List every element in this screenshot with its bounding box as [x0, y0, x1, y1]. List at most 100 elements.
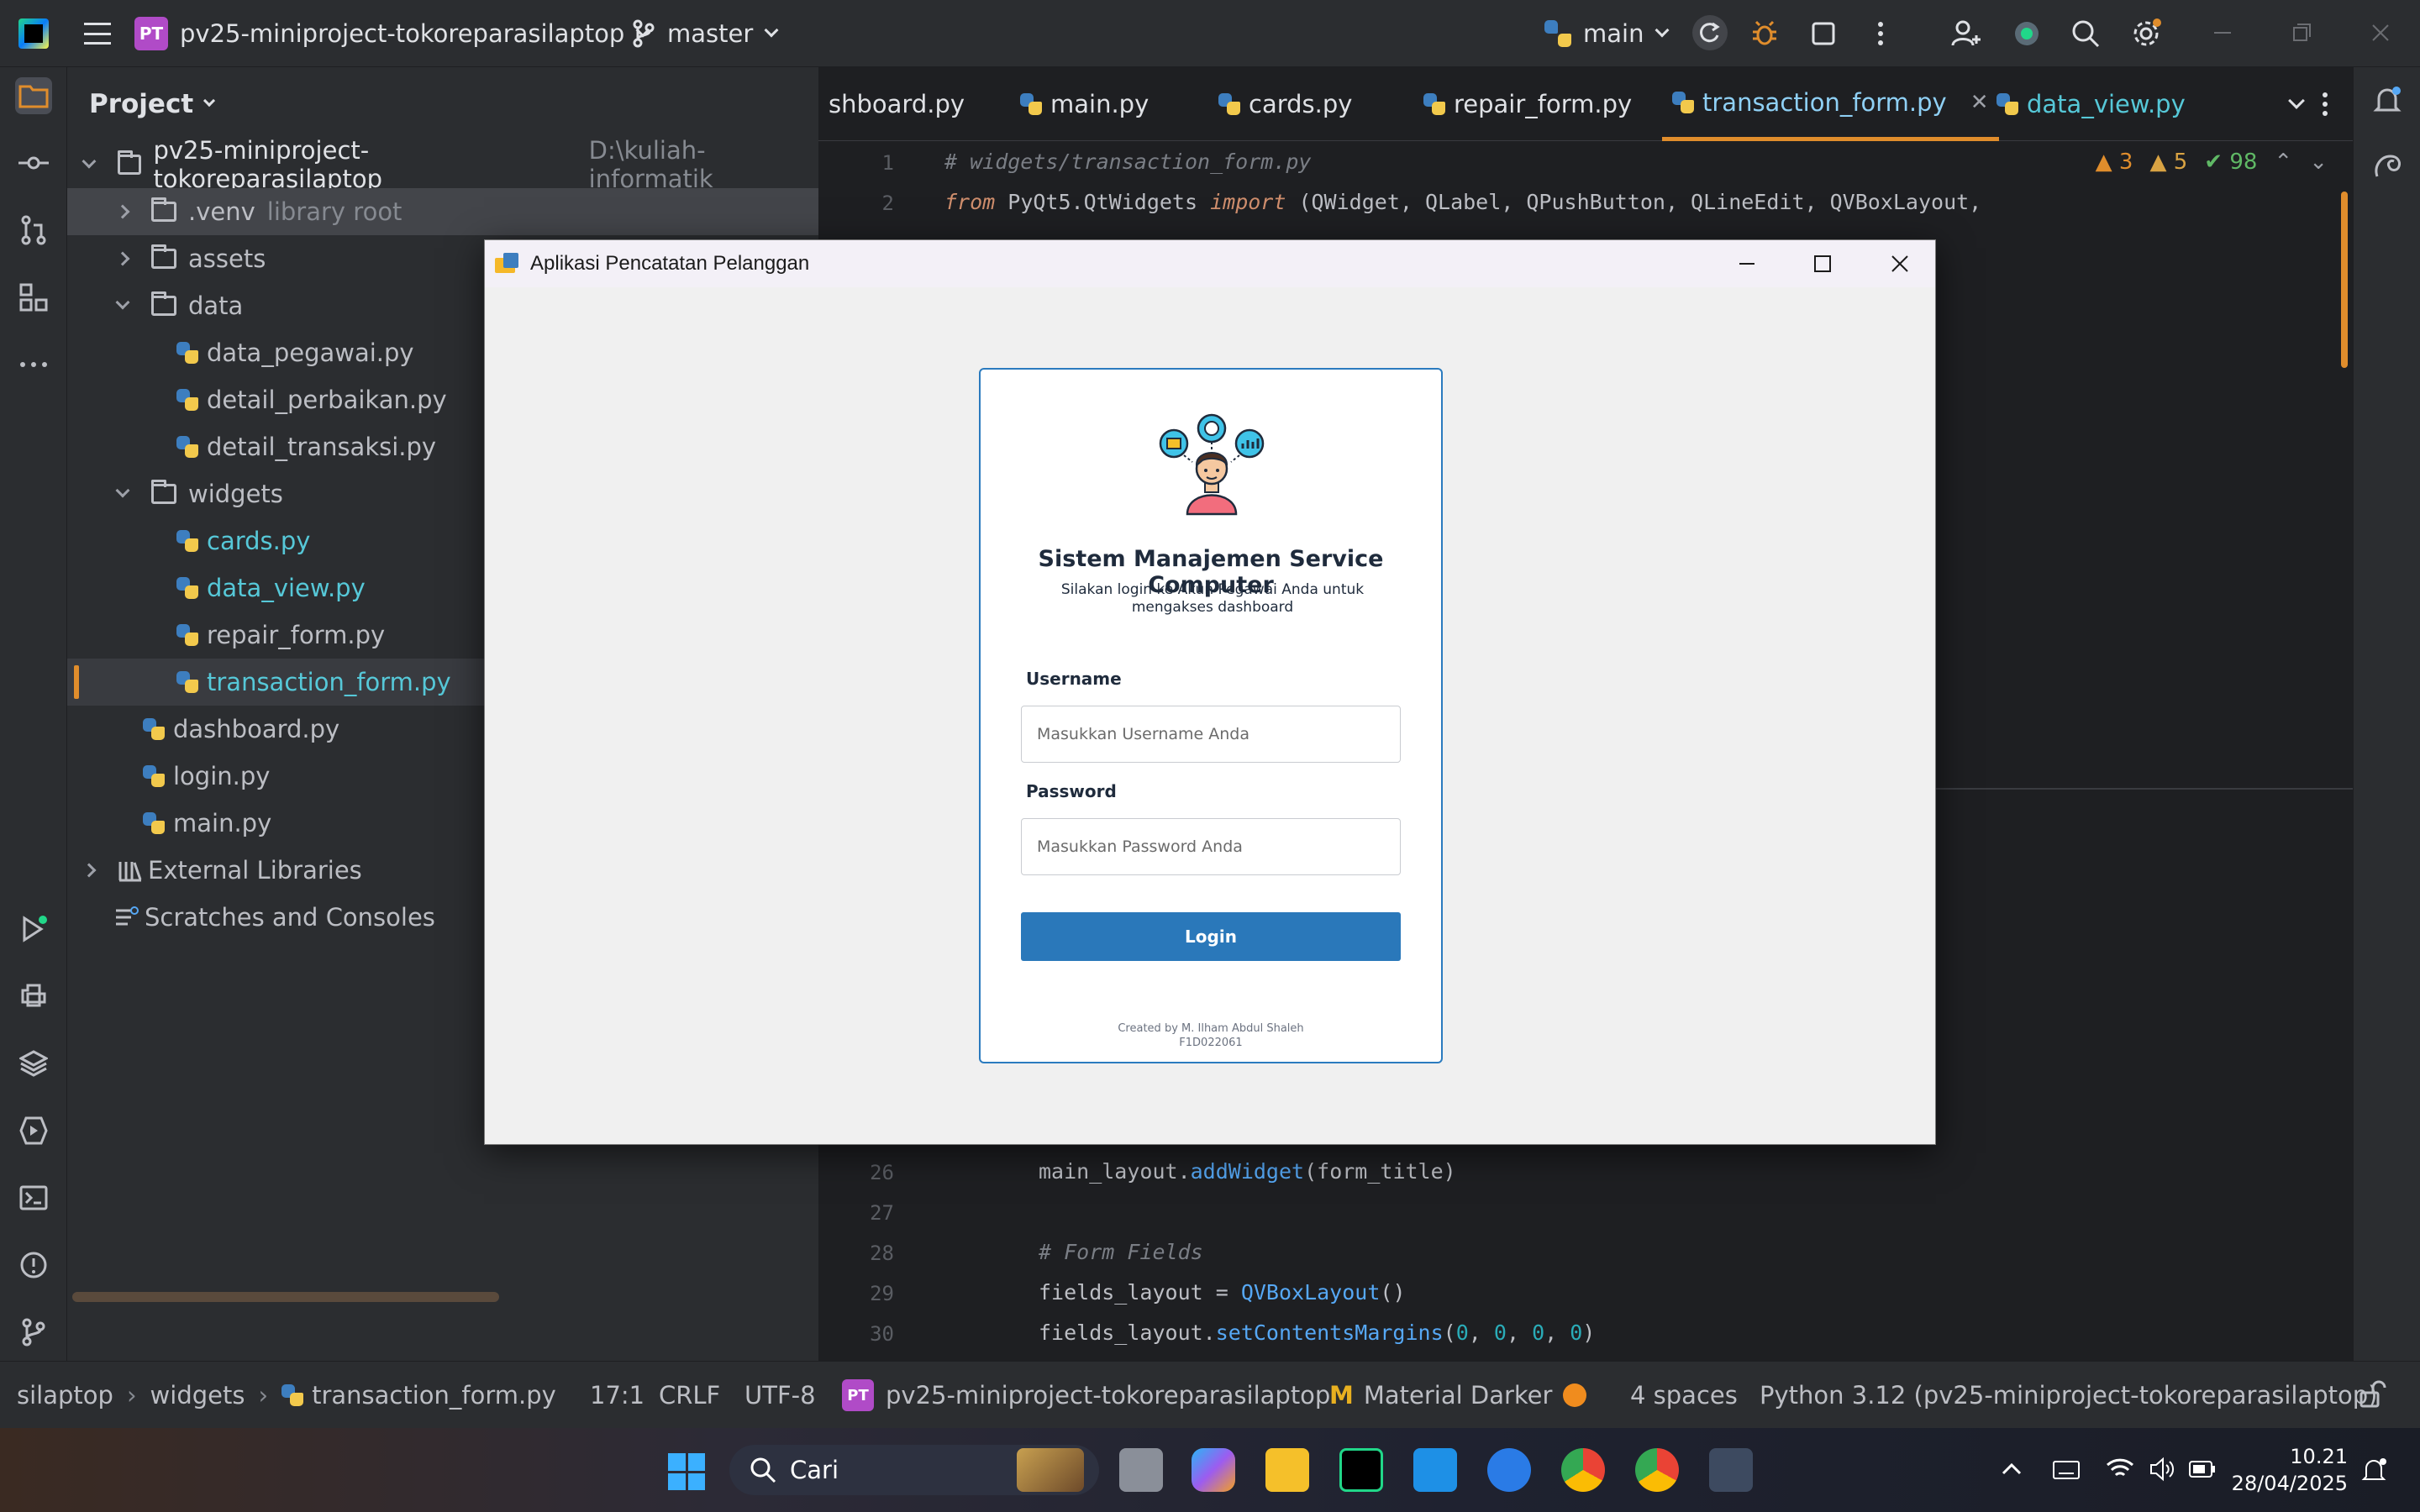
- tray-expand-icon[interactable]: [2000, 1458, 2023, 1482]
- app-store-icon[interactable]: [1487, 1448, 1531, 1492]
- services-tool-button[interactable]: [15, 1112, 52, 1149]
- more-tools-button[interactable]: [15, 346, 52, 383]
- add-user-icon[interactable]: [1951, 18, 1981, 49]
- library-icon: [118, 862, 142, 882]
- windows-start-icon[interactable]: [668, 1453, 705, 1490]
- wifi-icon[interactable]: [2106, 1457, 2134, 1482]
- more-horizontal-icon: [20, 362, 47, 367]
- left-tool-window-bar: [0, 67, 67, 1361]
- pycharm-taskbar-icon[interactable]: [1339, 1448, 1383, 1492]
- minimize-icon[interactable]: [1735, 252, 1759, 276]
- vscode-icon[interactable]: [1413, 1448, 1457, 1492]
- expand-arrow-icon: [115, 295, 130, 310]
- tab-main[interactable]: main.py: [1010, 67, 1159, 141]
- expand-arrow-icon: [82, 154, 97, 169]
- stop-icon[interactable]: [1808, 18, 1839, 49]
- pull-requests-tool-button[interactable]: [15, 212, 52, 249]
- commit-tool-button[interactable]: [15, 144, 52, 181]
- python-file-icon: [1423, 93, 1445, 115]
- lock-icon[interactable]: [2358, 1380, 2386, 1409]
- ai-chat-icon[interactable]: [2372, 151, 2402, 181]
- restore-icon[interactable]: [2289, 20, 2314, 45]
- python-file-icon: [176, 671, 198, 693]
- line-separator[interactable]: CRLF: [659, 1362, 720, 1429]
- python-file-icon: [143, 718, 165, 740]
- tab-data-view[interactable]: data_view.py: [1986, 67, 2196, 141]
- tab-label: data_view.py: [2027, 90, 2186, 118]
- project-indicator[interactable]: PT pv25-miniproject-tokoreparasilaptop: [842, 1362, 1330, 1429]
- version-control-button[interactable]: [15, 1314, 52, 1351]
- app-window-titlebar[interactable]: Aplikasi Pencatatan Pelanggan: [485, 240, 1935, 287]
- search-icon[interactable]: [2070, 18, 2101, 49]
- settings-gear-icon[interactable]: [2131, 18, 2161, 49]
- next-highlight-icon[interactable]: ⌄: [2309, 150, 2328, 175]
- tab-repair-form[interactable]: repair_form.py: [1413, 67, 1642, 141]
- chrome-profile-icon[interactable]: [1635, 1448, 1679, 1492]
- taskbar-search[interactable]: Cari: [729, 1445, 1099, 1495]
- branch-name: master: [667, 19, 754, 48]
- file-explorer-icon[interactable]: [1265, 1448, 1309, 1492]
- terminal-tool-button[interactable]: [15, 1179, 52, 1216]
- maximize-icon[interactable]: [1811, 252, 1834, 276]
- project-name: pv25-miniproject-tokoreparasilaptop: [180, 19, 625, 48]
- close-icon[interactable]: [2368, 20, 2393, 45]
- status-dot[interactable]: [1563, 1362, 1586, 1429]
- tab-transaction-form[interactable]: transaction_form.py ✕: [1662, 67, 1999, 141]
- indent-indicator[interactable]: 4 spaces: [1630, 1362, 1738, 1429]
- tab-list-button[interactable]: [2267, 67, 2312, 141]
- run-config-selector[interactable]: main: [1544, 0, 1670, 67]
- keyboard-icon[interactable]: [2052, 1458, 2081, 1482]
- debug-icon[interactable]: [1749, 18, 1780, 49]
- problems-tool-button[interactable]: [15, 1247, 52, 1284]
- prev-highlight-icon[interactable]: ⌃: [2274, 150, 2292, 175]
- run-tool-button[interactable]: [15, 911, 52, 948]
- file-encoding[interactable]: UTF-8: [744, 1362, 816, 1429]
- caret-position[interactable]: 17:1: [590, 1362, 644, 1429]
- editor-scrollbar-thumb[interactable]: [2341, 192, 2348, 368]
- tab-dashboard[interactable]: shboard.py: [818, 67, 975, 141]
- tree-item-venv[interactable]: .venv library root: [67, 188, 818, 235]
- theme-indicator[interactable]: M Material Darker: [1329, 1362, 1552, 1429]
- breadcrumb-folder[interactable]: widgets: [150, 1381, 245, 1410]
- minimize-icon[interactable]: [2210, 20, 2235, 45]
- project-view-selector[interactable]: Project: [89, 89, 216, 119]
- breadcrumb[interactable]: silaptop › widgets › transaction_form.py: [17, 1362, 556, 1429]
- project-badge: PT: [842, 1379, 874, 1411]
- notification-center-icon[interactable]: [2360, 1457, 2388, 1485]
- ai-assistant-icon[interactable]: [2012, 18, 2042, 49]
- chrome-icon[interactable]: [1561, 1448, 1605, 1492]
- tab-cards[interactable]: cards.py: [1208, 67, 1362, 141]
- horizontal-scrollbar[interactable]: [72, 1292, 499, 1302]
- tree-item-label: login.py: [173, 762, 271, 790]
- password-input[interactable]: [1021, 818, 1401, 875]
- breadcrumb-project[interactable]: silaptop: [17, 1381, 113, 1410]
- close-icon[interactable]: [1888, 252, 1912, 276]
- python-console-button[interactable]: [15, 978, 52, 1015]
- interpreter-indicator[interactable]: Python 3.12 (pv25-miniproject-tokorepara…: [1760, 1362, 2378, 1429]
- python-packages-button[interactable]: [15, 1045, 52, 1082]
- username-input[interactable]: [1021, 706, 1401, 763]
- rerun-icon[interactable]: [1692, 15, 1728, 50]
- inspection-widget[interactable]: ▲ 3 ▲ 5 ✔ 98 ⌃ ⌄: [2096, 150, 2328, 175]
- task-view-icon[interactable]: [1119, 1448, 1163, 1492]
- taskbar-clock[interactable]: 10.21 28/04/2025: [2232, 1443, 2348, 1497]
- project-switcher[interactable]: PT pv25-miniproject-tokoreparasilaptop: [134, 0, 650, 67]
- python-app-taskbar-icon[interactable]: [1709, 1448, 1753, 1492]
- project-tool-button[interactable]: [15, 77, 52, 114]
- battery-icon[interactable]: [2188, 1460, 2217, 1478]
- tab-label: shboard.py: [829, 90, 965, 118]
- tree-item-project-root[interactable]: pv25-miniproject-tokoreparasilaptop D:\k…: [67, 136, 818, 193]
- login-button[interactable]: Login: [1021, 912, 1401, 961]
- breadcrumb-separator: ›: [258, 1381, 269, 1410]
- notifications-bell-icon[interactable]: [2372, 86, 2402, 116]
- more-actions-icon[interactable]: [1865, 18, 1896, 49]
- tab-options-button[interactable]: [2311, 67, 2339, 141]
- code-text: PyQt5.QtWidgets: [995, 190, 1211, 214]
- breadcrumb-file[interactable]: transaction_form.py: [312, 1381, 556, 1410]
- structure-tool-button[interactable]: [15, 279, 52, 316]
- footer-id: F1D022061: [1179, 1037, 1243, 1049]
- main-menu-icon[interactable]: [84, 23, 111, 45]
- branch-switcher[interactable]: master: [632, 0, 779, 67]
- volume-icon[interactable]: [2149, 1457, 2175, 1482]
- copilot-icon[interactable]: [1192, 1448, 1235, 1492]
